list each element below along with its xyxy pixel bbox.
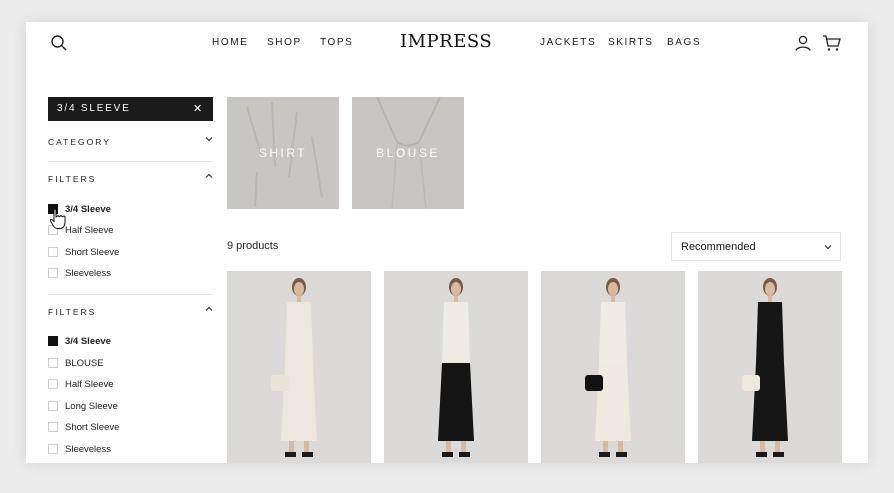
model-top — [599, 302, 627, 363]
filters-section-header-2[interactable]: FILTERS — [48, 306, 213, 317]
model-leg — [603, 441, 608, 453]
chevron-down-icon — [824, 245, 832, 250]
model-shoe — [756, 452, 767, 457]
checkbox[interactable] — [48, 358, 58, 368]
filter-option-short-sleeve[interactable]: Short Sleeve — [48, 245, 119, 259]
sort-value: Recommended — [681, 241, 756, 253]
chevron-down-icon — [205, 137, 213, 142]
product-card[interactable] — [541, 271, 685, 463]
model-top — [285, 302, 313, 363]
model-bottom — [281, 363, 317, 441]
model-shoe — [616, 452, 627, 457]
model-face — [294, 282, 304, 296]
divider — [48, 161, 213, 162]
nav-skirts[interactable]: SKIRTS — [608, 37, 654, 48]
chevron-up-icon — [205, 306, 213, 311]
category-tile-shirt[interactable]: SHIRT — [227, 97, 339, 209]
model-neck — [611, 296, 615, 302]
model-leg — [304, 441, 309, 453]
model-neck — [768, 296, 772, 302]
model-photo — [271, 278, 317, 457]
filter-option-half-sleeve[interactable]: Half Sleeve — [48, 377, 114, 391]
model-shoe — [442, 452, 453, 457]
filter-option-3-4-sleeve[interactable]: 3/4 Sleeve — [48, 334, 111, 348]
account-icon[interactable] — [794, 34, 812, 52]
handbag — [271, 375, 289, 391]
filter-option-sleeveless[interactable]: Sleeveless — [48, 442, 111, 456]
model-leg — [760, 441, 765, 453]
model-photo — [742, 278, 788, 457]
checkbox[interactable] — [48, 422, 58, 432]
checkbox[interactable] — [48, 444, 58, 454]
model-photo — [585, 278, 631, 457]
nav-home[interactable]: HOME — [212, 37, 248, 48]
model-bottom — [438, 363, 474, 441]
brand-logo[interactable]: IMPRESS — [400, 31, 492, 52]
divider — [48, 294, 213, 295]
hand-cursor-icon — [49, 208, 66, 229]
model-shoe — [285, 452, 296, 457]
model-leg — [775, 441, 780, 453]
model-face — [451, 282, 461, 296]
nav-bags[interactable]: BAGS — [667, 37, 701, 48]
model-face — [765, 282, 775, 296]
checkbox[interactable] — [48, 379, 58, 389]
store-page: HOME SHOP TOPS JACKETS SKIRTS BAGS IMPRE… — [26, 22, 868, 463]
checkbox[interactable] — [48, 247, 58, 257]
model-leg — [289, 441, 294, 453]
product-card[interactable] — [227, 271, 371, 463]
checkbox[interactable] — [48, 401, 58, 411]
remove-filter-icon[interactable]: ✕ — [193, 102, 204, 115]
model-neck — [297, 296, 301, 302]
active-filter-chip[interactable]: 3/4 SLEEVE ✕ — [48, 97, 213, 121]
model-leg — [446, 441, 451, 453]
checkbox[interactable] — [48, 336, 58, 346]
model-photo — [438, 278, 474, 457]
model-bottom — [752, 363, 788, 441]
model-neck — [454, 296, 458, 302]
model-leg — [618, 441, 623, 453]
nav-jackets[interactable]: JACKETS — [540, 37, 596, 48]
model-top — [442, 302, 470, 363]
category-tile-label: BLOUSE — [376, 146, 440, 160]
filter-option-long-sleeve[interactable]: Long Sleeve — [48, 399, 118, 413]
cart-icon[interactable] — [822, 34, 842, 52]
handbag — [585, 375, 603, 391]
model-shoe — [773, 452, 784, 457]
search-icon[interactable] — [50, 34, 68, 52]
nav-shop[interactable]: SHOP — [267, 37, 302, 48]
filter-option-sleeveless[interactable]: Sleeveless — [48, 266, 111, 280]
product-card[interactable] — [698, 271, 842, 463]
filter-option-short-sleeve[interactable]: Short Sleeve — [48, 420, 119, 434]
sort-select[interactable]: Recommended — [671, 232, 841, 261]
category-tile-label: SHIRT — [258, 146, 308, 160]
model-shoe — [459, 452, 470, 457]
model-face — [608, 282, 618, 296]
category-section-header[interactable]: CATEGORY — [48, 137, 213, 147]
model-shoe — [599, 452, 610, 457]
model-leg — [461, 441, 466, 453]
filter-option-blouse[interactable]: BLOUSE — [48, 356, 104, 370]
handbag — [742, 375, 760, 391]
chevron-up-icon — [205, 173, 213, 178]
category-tile-blouse[interactable]: BLOUSE — [352, 97, 464, 209]
model-top — [756, 302, 784, 363]
checkbox[interactable] — [48, 268, 58, 278]
active-filter-label: 3/4 SLEEVE — [57, 103, 131, 114]
product-card[interactable] — [384, 271, 528, 463]
nav-tops[interactable]: TOPS — [320, 37, 353, 48]
product-count: 9 products — [227, 240, 279, 252]
model-bottom — [595, 363, 631, 441]
model-shoe — [302, 452, 313, 457]
filters-section-header[interactable]: FILTERS — [48, 173, 213, 184]
